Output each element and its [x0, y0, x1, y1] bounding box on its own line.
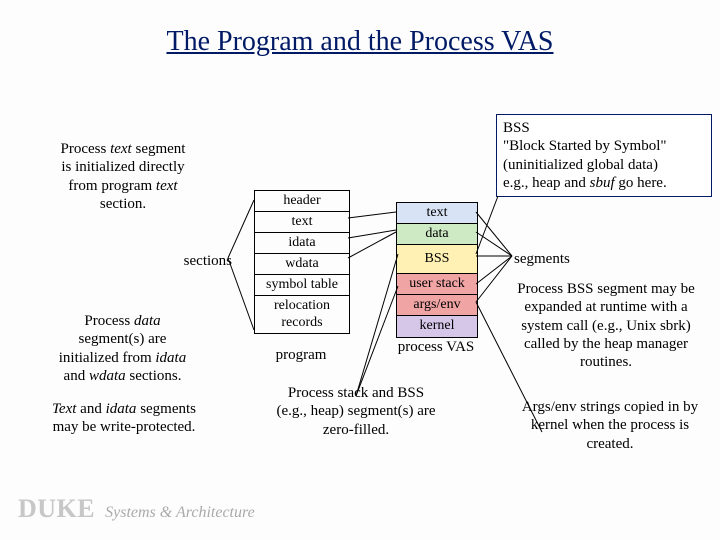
vas-row-data: data [397, 224, 477, 245]
page-title: The Program and the Process VAS [0, 26, 720, 58]
label-process-vas: process VAS [388, 338, 484, 356]
label-segments: segments [514, 250, 594, 268]
vas-row-bss: BSS [397, 245, 477, 274]
prog-row-reloc: relocation records [255, 296, 349, 332]
footer-sub: Systems & Architecture [105, 504, 255, 521]
prog-row-wdata: wdata [255, 254, 349, 275]
program-sections-table: header text idata wdata symbol table rel… [254, 190, 350, 334]
vas-row-stack: user stack [397, 274, 477, 295]
vas-row-args: args/env [397, 295, 477, 316]
caption-bss-expand: Process BSS segment may be expanded at r… [508, 280, 704, 371]
prog-row-text: text [255, 212, 349, 233]
slide: The Program and the Process VAS Process … [0, 0, 720, 540]
prog-row-idata: idata [255, 233, 349, 254]
vas-row-text: text [397, 203, 477, 224]
vas-segments-table: text data BSS user stack args/env kernel [396, 202, 478, 338]
vas-row-kernel: kernel [397, 316, 477, 336]
caption-data-segment: Process datasegment(s) areinitialized fr… [30, 312, 215, 385]
bss-definition-box: BSS "Block Started by Symbol" (uninitial… [496, 114, 712, 197]
caption-args-env: Args/env strings copied in by kernel whe… [520, 398, 700, 453]
caption-write-protected: Text and idata segmentsmay be write-prot… [34, 400, 214, 437]
label-program: program [254, 346, 348, 364]
label-sections: sections [152, 252, 232, 270]
footer: DUKE Systems & Architecture [18, 494, 255, 524]
prog-row-header: header [255, 191, 349, 212]
connector-lines [0, 0, 720, 540]
footer-org: DUKE [18, 494, 95, 523]
prog-row-symbol: symbol table [255, 275, 349, 296]
caption-text-segment: Process text segmentis initialized direc… [38, 140, 208, 213]
caption-stack-bss: Process stack and BSS(e.g., heap) segmen… [236, 384, 476, 439]
